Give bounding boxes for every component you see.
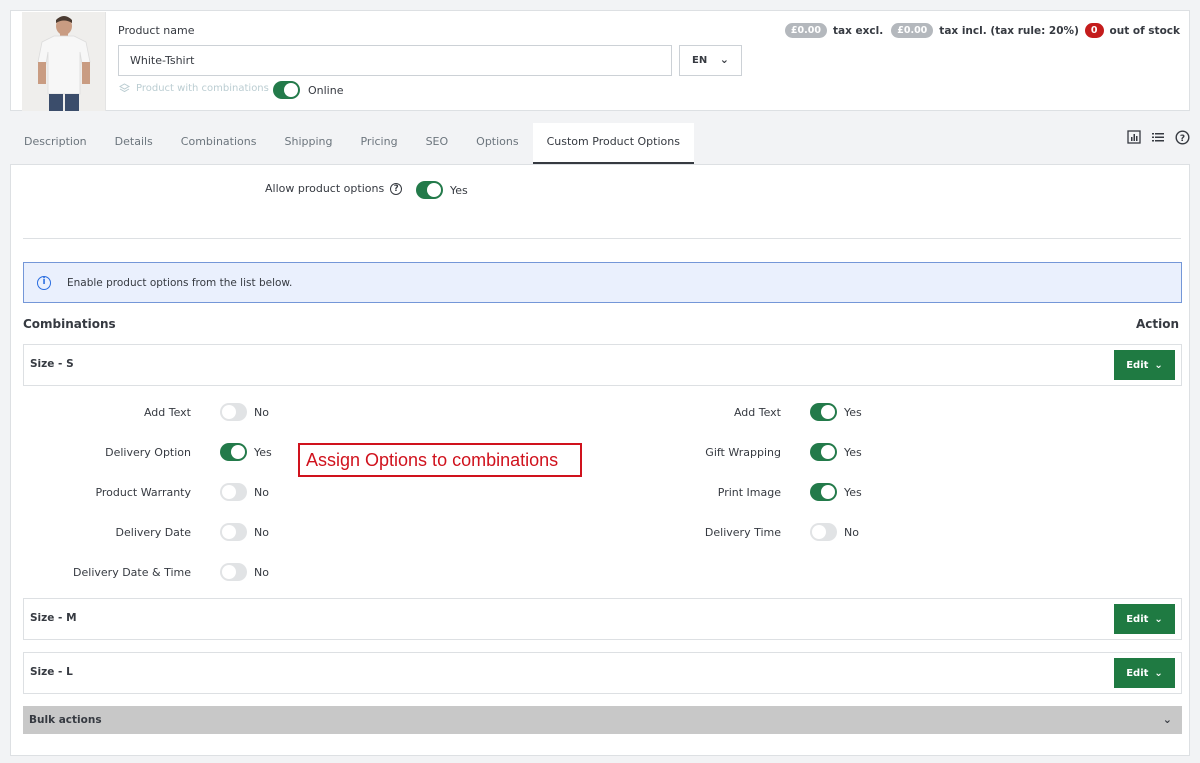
edit-button[interactable]: Edit ⌄ xyxy=(1114,658,1175,688)
product-header: Product name White-Tshirt EN ⌄ Product w… xyxy=(10,10,1190,111)
option-name: Print Image xyxy=(717,485,781,499)
option-value: No xyxy=(254,565,269,579)
tax-incl-label: tax incl. (tax rule: 20%) xyxy=(939,24,1079,37)
custom-options-panel: Allow product options ? Yes i Enable pro… xyxy=(10,164,1190,756)
info-alert: i Enable product options from the list b… xyxy=(23,262,1182,303)
option-toggle[interactable] xyxy=(220,443,247,461)
tshirt-image xyxy=(22,12,105,111)
option-value: Yes xyxy=(844,485,862,499)
language-value: EN xyxy=(692,55,708,66)
action-header: Action xyxy=(1135,317,1179,331)
bulk-actions[interactable]: Bulk actions ⌄ xyxy=(23,706,1182,734)
layers-icon xyxy=(119,83,130,93)
tab-seo[interactable]: SEO xyxy=(412,123,463,164)
combination-label: Size - L xyxy=(30,666,73,678)
option-add-text-right: Add Text Yes xyxy=(651,403,862,421)
bulk-actions-label: Bulk actions xyxy=(29,714,102,726)
option-name: Add Text xyxy=(143,405,191,419)
allow-options-value: Yes xyxy=(450,183,468,197)
allow-product-options: Yes xyxy=(416,181,468,199)
product-name-input[interactable]: White-Tshirt xyxy=(118,45,672,76)
tab-combinations[interactable]: Combinations xyxy=(167,123,271,164)
option-value: No xyxy=(844,525,859,539)
allow-options-toggle[interactable] xyxy=(416,181,443,199)
option-value: Yes xyxy=(844,405,862,419)
annotation-callout: Assign Options to combinations xyxy=(298,443,582,477)
combination-label: Size - S xyxy=(30,358,74,370)
divider xyxy=(23,238,1181,239)
option-toggle[interactable] xyxy=(810,443,837,461)
option-toggle[interactable] xyxy=(220,483,247,501)
option-toggle[interactable] xyxy=(810,483,837,501)
stats-icon[interactable] xyxy=(1127,130,1141,144)
tax-excl-label: tax excl. xyxy=(832,24,884,37)
option-name: Delivery Date xyxy=(115,525,191,539)
tab-details[interactable]: Details xyxy=(101,123,167,164)
tab-description[interactable]: Description xyxy=(10,123,101,164)
combination-label: Size - M xyxy=(30,612,77,624)
info-text: Enable product options from the list bel… xyxy=(67,276,293,289)
language-select[interactable]: EN ⌄ xyxy=(679,45,742,76)
product-name-label: Product name xyxy=(118,24,195,37)
product-with-combinations: Product with combinations xyxy=(119,83,269,94)
tab-shipping[interactable]: Shipping xyxy=(270,123,346,164)
product-tabs: Description Details Combinations Shippin… xyxy=(10,123,694,165)
online-toggle[interactable] xyxy=(273,81,300,99)
option-name: Gift Wrapping xyxy=(705,445,781,459)
option-delivery-date: Delivery Date No xyxy=(71,523,269,541)
tab-options[interactable]: Options xyxy=(462,123,532,164)
combination-row-size-l[interactable]: Size - L Edit ⌄ xyxy=(23,652,1182,694)
option-print-image: Print Image Yes xyxy=(651,483,862,501)
option-name: Product Warranty xyxy=(95,485,191,499)
product-thumbnail[interactable] xyxy=(22,12,106,111)
combination-row-size-s[interactable]: Size - S Edit ⌄ xyxy=(23,344,1182,386)
option-product-warranty: Product Warranty No xyxy=(71,483,269,501)
option-value: Yes xyxy=(254,445,272,459)
stock-badge: 0 xyxy=(1084,23,1104,38)
chevron-down-icon: ⌄ xyxy=(1154,359,1163,371)
option-toggle[interactable] xyxy=(220,403,247,421)
svg-text:?: ? xyxy=(1180,134,1185,144)
option-name: Delivery Date & Time xyxy=(73,565,191,579)
option-toggle[interactable] xyxy=(810,403,837,421)
chevron-down-icon: ⌄ xyxy=(1154,613,1163,625)
list-icon[interactable] xyxy=(1151,130,1165,144)
option-delivery-date-time: Delivery Date & Time No xyxy=(71,563,269,581)
edit-button[interactable]: Edit ⌄ xyxy=(1114,350,1175,380)
combination-row-size-m[interactable]: Size - M Edit ⌄ xyxy=(23,598,1182,640)
option-value: No xyxy=(254,485,269,499)
option-name: Add Text xyxy=(733,405,781,419)
price-incl-badge: £0.00 xyxy=(891,23,934,38)
combinations-header: Combinations xyxy=(23,317,116,331)
chevron-down-icon: ⌄ xyxy=(719,53,729,66)
price-excl-badge: £0.00 xyxy=(784,23,827,38)
edit-button[interactable]: Edit ⌄ xyxy=(1114,604,1175,634)
option-toggle[interactable] xyxy=(810,523,837,541)
info-icon: i xyxy=(37,275,51,290)
stock-label: out of stock xyxy=(1109,24,1181,37)
online-toggle-group: Online xyxy=(273,81,343,99)
option-name: Delivery Option xyxy=(105,445,191,459)
question-icon[interactable]: ? xyxy=(390,182,403,195)
chevron-down-icon: ⌄ xyxy=(1154,667,1163,679)
option-gift-wrapping: Gift Wrapping Yes xyxy=(651,443,862,461)
option-value: No xyxy=(254,405,269,419)
allow-product-options-label: Allow product options ? xyxy=(265,182,403,195)
tab-custom-product-options[interactable]: Custom Product Options xyxy=(532,123,694,164)
tab-pricing[interactable]: Pricing xyxy=(346,123,411,164)
option-add-text-left: Add Text No xyxy=(71,403,269,421)
online-label: Online xyxy=(308,83,344,97)
option-toggle[interactable] xyxy=(220,563,247,581)
option-name: Delivery Time xyxy=(704,525,781,539)
help-icon[interactable]: ? xyxy=(1175,130,1190,145)
option-delivery-time: Delivery Time No xyxy=(651,523,859,541)
tab-toolbar: ? xyxy=(1127,130,1190,145)
option-value: Yes xyxy=(844,445,862,459)
option-toggle[interactable] xyxy=(220,523,247,541)
option-delivery-option: Delivery Option Yes xyxy=(71,443,272,461)
price-status: £0.00 tax excl. £0.00 tax incl. (tax rul… xyxy=(784,23,1181,38)
option-value: No xyxy=(254,525,269,539)
combinations-label: Product with combinations xyxy=(136,83,269,94)
chevron-down-icon: ⌄ xyxy=(1162,713,1172,726)
